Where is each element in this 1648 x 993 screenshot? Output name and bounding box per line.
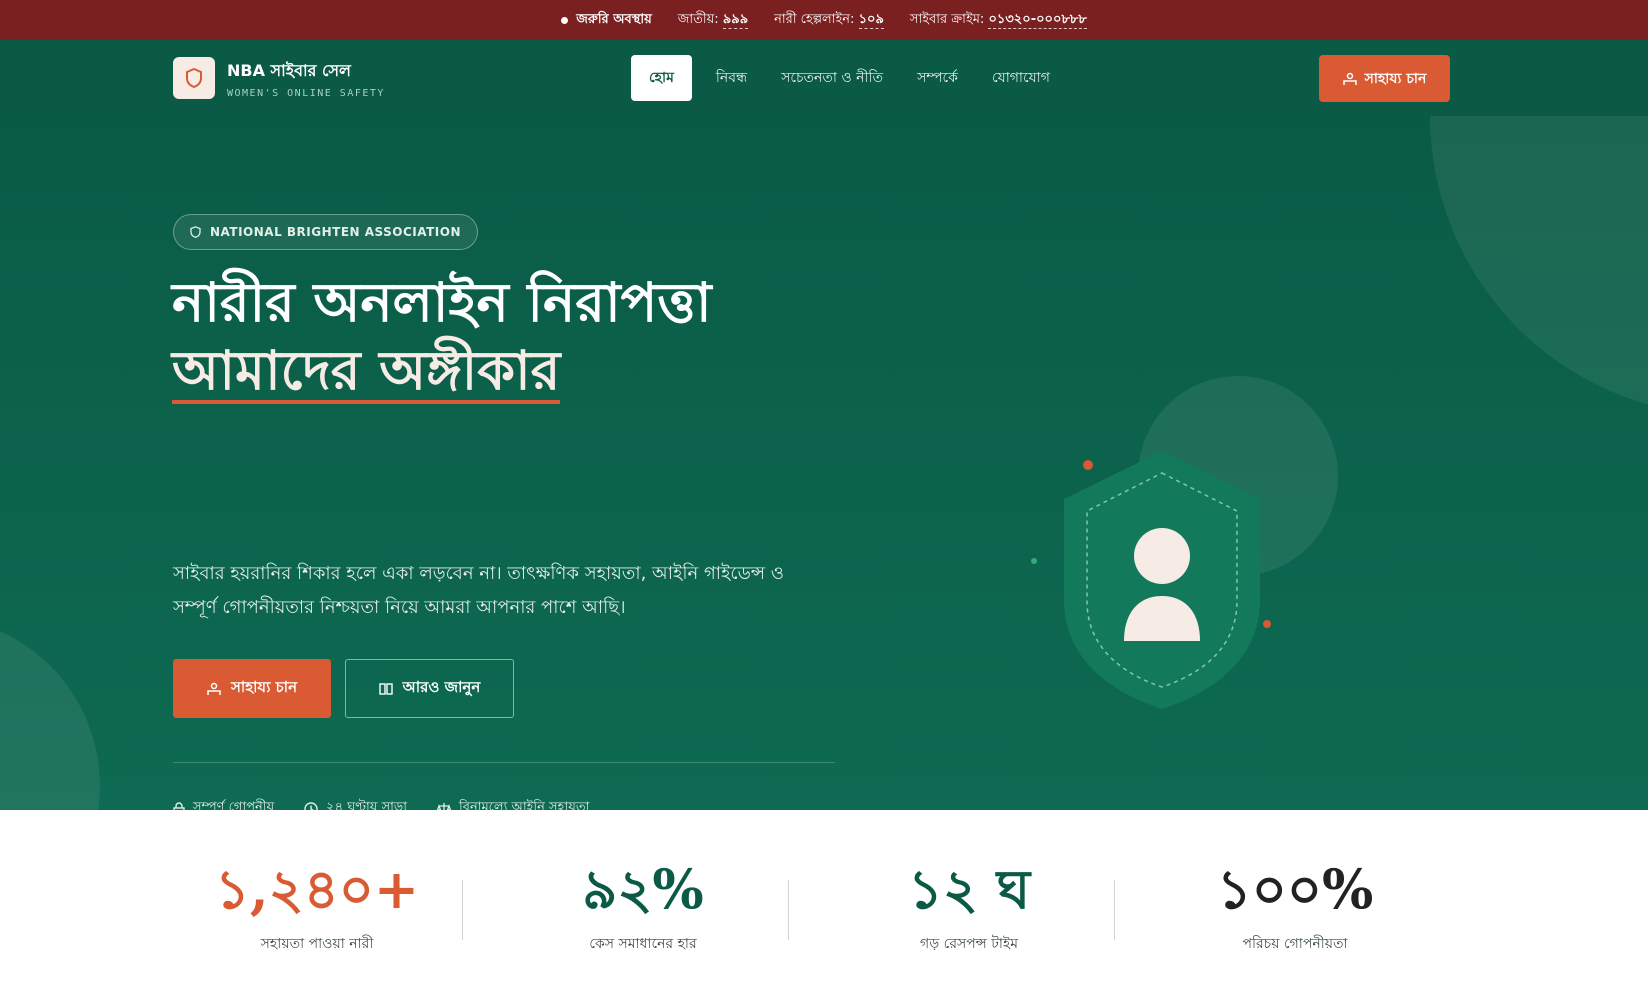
hero-help-button[interactable]: সাহায্য চান <box>173 659 331 718</box>
learn-more-button[interactable]: আরও জানুন <box>345 659 514 718</box>
hero-headline-line2: আমাদের অঙ্গীকার <box>172 338 561 404</box>
decorative-circle <box>1430 116 1648 416</box>
alert-dot-icon <box>561 16 569 24</box>
scales-icon <box>436 802 451 810</box>
header-help-button[interactable]: সাহায্য চান <box>1319 55 1450 102</box>
stat-label: সহায়তা পাওয়া নারী <box>260 936 374 952</box>
feature-confidential: সম্পূর্ণ গোপনীয় <box>173 798 274 810</box>
stat-label: গড় রেসপন্স টাইম <box>920 936 1018 952</box>
emergency-label-text: জরুরি অবস্থায় <box>576 11 652 27</box>
decorative-dot <box>1031 558 1037 564</box>
lock-icon <box>173 801 185 810</box>
organization-badge: NATIONAL BRIGHTEN ASSOCIATION <box>173 214 479 250</box>
feature-confidential-label: সম্পূর্ণ গোপনীয় <box>193 800 275 810</box>
stat-privacy: ১০০% পরিচয় গোপনীয়তা <box>1132 810 1458 956</box>
nav-contact[interactable]: যোগাযোগ <box>982 56 1060 100</box>
hotline-women[interactable]: নারী হেল্পলাইন: ১০৯ <box>774 10 884 31</box>
shield-icon <box>190 226 201 238</box>
hotline-women-label: নারী হেল্পলাইন: <box>774 11 855 27</box>
nav-articles[interactable]: নিবন্ধ <box>706 56 757 100</box>
hero-features: সম্পূর্ণ গোপনীয় ২৪ ঘণ্টায় সাড়া বিনামূ… <box>173 798 589 810</box>
nav-about[interactable]: সম্পর্কে <box>907 56 968 100</box>
hotline-national-label: জাতীয়: <box>677 11 719 27</box>
header-help-label: সাহায্য চান <box>1364 70 1427 87</box>
hotline-cybercrime-number[interactable]: ০১৩২০-০০০৮৮৮ <box>988 11 1087 29</box>
hero-description: সাইবার হয়রানির শিকার হলে একা লড়বেন না।… <box>173 563 784 618</box>
brand-title: NBA সাইবার সেল <box>227 60 351 80</box>
hotline-cybercrime-label: সাইবার ক্রাইম: <box>909 11 985 27</box>
stat-divider <box>1114 880 1115 940</box>
hero-section: NATIONAL BRIGHTEN ASSOCIATION নারীর অনলা… <box>0 116 1648 810</box>
decorative-circle <box>0 616 100 810</box>
brand-subtitle: WOMEN'S ONLINE SAFETY <box>227 87 385 99</box>
shield-logo-icon <box>173 57 215 99</box>
shield-user-icon <box>1064 451 1260 709</box>
feature-response-label: ২৪ ঘণ্টায় সাড়া <box>326 800 407 810</box>
hotline-national[interactable]: জাতীয়: ৯৯৯ <box>677 10 749 31</box>
stat-value: ১,২৪০+ <box>214 857 420 921</box>
feature-legal-aid-label: বিনামূল্যে আইনি সহায়তা <box>458 800 590 810</box>
nav-home[interactable]: হোম <box>631 55 692 101</box>
stat-value: ১০০% <box>1216 857 1374 921</box>
stat-value: ৯২% <box>582 857 704 921</box>
main-nav: হোম নিবন্ধ সচেতনতা ও নীতি সম্পর্কে যোগায… <box>631 55 1060 101</box>
brand-logo-link[interactable]: NBA সাইবার সেল WOMEN'S ONLINE SAFETY <box>173 57 385 99</box>
hero-help-label: সাহায্য চান <box>230 678 298 696</box>
site-header: NBA সাইবার সেল WOMEN'S ONLINE SAFETY হোম… <box>0 40 1648 116</box>
stat-value: ১২ ঘ <box>907 857 1031 921</box>
hero-headline-line1: নারীর অনলাইন নিরাপত্তা <box>172 270 712 334</box>
stat-resolution-rate: ৯২% কেস সমাধানের হার <box>480 810 806 956</box>
stat-response-time: ১২ ঘ গড় রেসপন্স টাইম <box>806 810 1132 956</box>
decorative-dot <box>1263 620 1271 628</box>
hero-divider <box>173 762 835 763</box>
book-icon <box>378 682 393 695</box>
emergency-alert-bar: জরুরি অবস্থায় জাতীয়: ৯৯৯ নারী হেল্পলাই… <box>0 0 1648 40</box>
stats-section: ১,২৪০+ সহায়তা পাওয়া নারী ৯২% কেস সমাধা… <box>0 810 1648 993</box>
stat-label: পরিচয় গোপনীয়তা <box>1242 936 1348 952</box>
learn-more-label: আরও জানুন <box>402 678 481 696</box>
organization-badge-text: NATIONAL BRIGHTEN ASSOCIATION <box>210 225 462 239</box>
hotline-cybercrime[interactable]: সাইবার ক্রাইম: ০১৩২০-০০০৮৮৮ <box>910 10 1087 31</box>
stat-women-helped: ১,২৪০+ সহায়তা পাওয়া নারী <box>154 810 480 956</box>
clock-icon <box>304 801 318 810</box>
help-hands-icon <box>207 682 221 695</box>
feature-response: ২৪ ঘণ্টায় সাড়া <box>304 798 407 810</box>
emergency-label: জরুরি অবস্থায় <box>561 10 652 31</box>
stat-divider <box>788 880 789 940</box>
stat-label: কেস সমাধানের হার <box>589 936 697 952</box>
stat-divider <box>462 880 463 940</box>
nav-awareness-policy[interactable]: সচেতনতা ও নীতি <box>771 56 893 100</box>
hotline-national-number[interactable]: ৯৯৯ <box>722 11 749 29</box>
hero-headline: নারীর অনলাইন নিরাপত্তা আমাদের অঙ্গীকার <box>172 268 712 404</box>
hotline-women-number[interactable]: ১০৯ <box>858 11 884 29</box>
feature-legal-aid: বিনামূল্যে আইনি সহায়তা <box>436 798 590 810</box>
shield-illustration <box>1020 346 1360 709</box>
help-hands-icon <box>1342 72 1357 85</box>
